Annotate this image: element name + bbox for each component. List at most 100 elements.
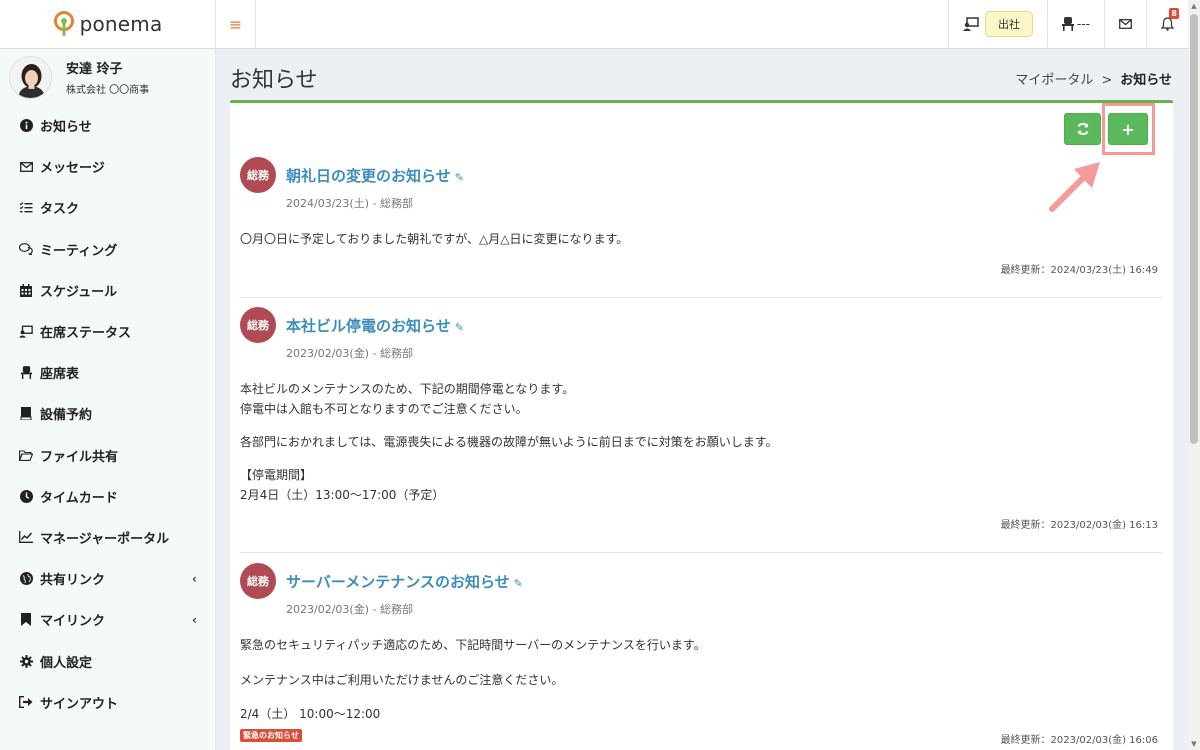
breadcrumb-separator: > [1101,73,1113,88]
scroll-thumb[interactable] [1190,14,1198,444]
breadcrumb-parent-link[interactable]: マイポータル [1015,73,1093,88]
sidebar-item-label: マネージャーポータル [40,531,170,547]
notice-item: 総務 本社ビル停電のお知らせ ✎ 2023/02/03(金) - 総務部 本社ビル… [240,307,1162,553]
menu-toggle-button[interactable]: ≡ [216,0,256,48]
ponema-logo-icon [53,11,74,36]
sidebar-item-presence[interactable]: 在席ステータス [0,311,215,352]
refresh-button[interactable] [1064,113,1101,145]
sidebar-item-personal-settings[interactable]: 個人設定 [0,640,215,681]
comments-icon [19,242,33,256]
sidebar-item-notices[interactable]: お知らせ [0,105,215,146]
notice-body-line: 本社ビルのメンテナンスのため、下記の期間停電となります。 [240,382,575,396]
sidebar-item-label: スケジュール [40,284,118,300]
sidebar-item-schedule[interactable]: スケジュール [0,270,215,311]
messages-button[interactable] [1104,0,1146,48]
user-panel[interactable]: 安達 玲子 株式会社 〇〇商事 [0,49,215,105]
notice-title-link[interactable]: 本社ビル停電のお知らせ ✎ [286,315,464,336]
globe-icon [19,572,33,586]
notice-meta: 2023/02/03(金) - 総務部 [286,603,413,616]
notice-body-line: 各部門におかれましては、電源喪失による機器の故障が無いように前日までに対策をお願… [240,435,778,449]
sidebar-item-label: タスク [40,202,80,218]
sidebar: 安達 玲子 株式会社 〇〇商事 お知らせ メッセージ タスク ミーティング スケ… [0,49,216,750]
sidebar-item-seating[interactable]: 座席表 [0,352,215,393]
notice-body-line: 2月4日（土）13:00～17:00（予定） [240,488,445,502]
seat-value: --- [1077,17,1090,31]
status-badge: 出社 [985,11,1033,37]
sidebar-item-label: 個人設定 [40,655,93,671]
refresh-icon [1077,122,1088,136]
sidebar-item-label: 在席ステータス [40,326,132,342]
gear-icon [19,654,33,668]
sidebar-item-label: お知らせ [40,120,92,136]
user-name: 安達 玲子 [66,62,123,77]
notice-meta: 2024/03/23(土) - 総務部 [286,197,413,210]
sidebar-item-messages[interactable]: メッセージ [0,146,215,187]
add-button-highlight [1102,103,1155,155]
notice-body-line: 2/4（土） 10:00～12:00 [240,707,381,721]
scroll-up-icon[interactable]: ▲ [1190,2,1198,10]
presence-icon [963,17,979,31]
sidebar-item-manager-portal[interactable]: マネージャーポータル [0,517,215,558]
notice-title: 本社ビル停電のお知らせ [286,317,451,335]
sidebar-item-shared-links[interactable]: 共有リンク ‹ [0,558,215,599]
chevron-left-icon: ‹ [192,612,197,627]
sidebar-item-my-links[interactable]: マイリンク ‹ [0,599,215,640]
edit-icon[interactable]: ✎ [455,171,464,184]
notice-title: 朝礼日の変更のお知らせ [286,167,451,185]
category-badge: 総務 [240,307,276,343]
presence-icon [19,325,33,339]
category-badge: 総務 [240,157,276,193]
chevron-left-icon: ‹ [192,571,197,586]
calendar-icon [19,283,33,297]
breadcrumb-current: お知らせ [1120,73,1172,88]
chart-icon [19,530,33,544]
notice-meta: 2023/02/03(金) - 総務部 [286,347,413,360]
sidebar-item-label: ファイル共有 [40,449,119,465]
clock-icon [19,489,33,503]
top-header: ponema ≡ 出社 --- 8 [0,0,1200,49]
sidebar-item-label: メッセージ [40,161,105,177]
sidebar-item-meetings[interactable]: ミーティング [0,229,215,270]
notice-title-link[interactable]: サーバーメンテナンスのお知らせ ✎ [286,571,523,592]
notifications-button[interactable]: 8 [1146,0,1188,48]
notice-item: 総務 朝礼日の変更のお知らせ ✎ 2024/03/23(土) - 総務部 〇月〇日… [240,157,1162,298]
page-title: お知らせ [230,68,318,93]
hamburger-icon: ≡ [228,14,243,34]
sidebar-item-label: 設備予約 [40,408,93,424]
notice-body-line: 緊急のセキュリティパッチ適応のため、下記時間サーバーのメンテナンスを行います。 [240,638,706,652]
sidebar-item-timecard[interactable]: タイムカード [0,476,215,517]
logo-text: ponema [79,12,163,36]
sidebar-item-label: 共有リンク [40,573,106,589]
seat-button[interactable]: --- [1047,0,1104,48]
scroll-down-icon[interactable]: ▼ [1190,740,1198,748]
notice-body-line: 〇月〇日に予定しておりました朝礼ですが、△月△日に変更になります。 [240,232,629,246]
main-content: お知らせ マイポータル > お知らせ + 総務 朝礼日の変更のお知らせ ✎ 20… [216,49,1188,750]
sidebar-item-sign-out[interactable]: サインアウト [0,682,215,723]
notification-count-badge: 8 [1169,8,1179,19]
bookmark-icon [19,613,33,627]
presence-status-button[interactable]: 出社 [948,0,1047,48]
notice-item: 総務 サーバーメンテナンスのお知らせ ✎ 2023/02/03(金) - 総務部 … [240,563,1162,750]
user-company: 株式会社 〇〇商事 [66,85,150,96]
notice-title: サーバーメンテナンスのお知らせ [286,573,510,591]
notice-body-line: メンテナンス中はご利用いただけませんのご注意ください。 [240,673,564,687]
info-icon [19,119,33,133]
edit-icon[interactable]: ✎ [455,321,464,334]
logo[interactable]: ponema [0,0,216,48]
divider [240,552,1162,553]
chair-icon [19,366,33,380]
sidebar-item-files[interactable]: ファイル共有 [0,435,215,476]
sidebar-item-facility[interactable]: 設備予約 [0,393,215,434]
envelope-icon [19,160,33,174]
sidebar-item-label: タイムカード [40,490,118,506]
sidebar-item-tasks[interactable]: タスク [0,187,215,228]
notice-title-link[interactable]: 朝礼日の変更のお知らせ ✎ [286,165,464,186]
book-icon [19,407,33,421]
sign-out-icon [19,695,33,709]
edit-icon[interactable]: ✎ [514,577,523,590]
scrollbar[interactable]: ▲ ▼ [1188,0,1200,750]
notice-updated: 最終更新：2023/02/03(金) 16:06 [1000,735,1158,746]
breadcrumb: マイポータル > お知らせ [1015,69,1172,88]
notice-updated: 最終更新：2024/03/23(土) 16:49 [1000,265,1158,276]
envelope-icon [1119,19,1132,29]
